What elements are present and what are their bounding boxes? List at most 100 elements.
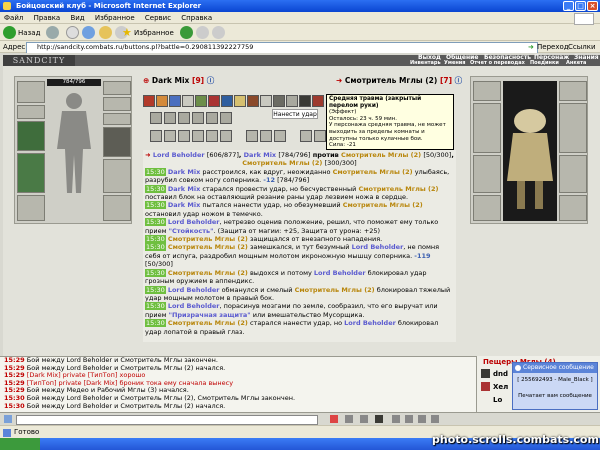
combo-icon[interactable]: [206, 112, 218, 124]
effect-icon-12[interactable]: [286, 95, 298, 107]
menu-tools[interactable]: Сервис: [145, 14, 171, 22]
slot-ring[interactable]: [103, 113, 131, 125]
log-target[interactable]: Смотритель Мглы (2): [343, 201, 423, 209]
slot-earrings[interactable]: [103, 81, 131, 95]
team1-player2[interactable]: Dark Mix: [244, 151, 276, 159]
log-target[interactable]: Lord Beholder: [344, 319, 396, 327]
menu-file[interactable]: Файл: [4, 14, 23, 22]
effect-icon-14[interactable]: [312, 95, 324, 107]
team1-player1[interactable]: Lord Beholder: [153, 151, 205, 159]
effect-icon-1[interactable]: [143, 95, 155, 107]
slot-belt[interactable]: [17, 195, 45, 221]
effect-icon-13[interactable]: [299, 95, 311, 107]
effect-icon-5[interactable]: [195, 95, 207, 107]
effect-icon-7[interactable]: [221, 95, 233, 107]
slot-weapon[interactable]: [17, 121, 45, 151]
translit-icon[interactable]: [392, 415, 400, 423]
log-actor[interactable]: Смотритель Мглы (2): [168, 269, 248, 277]
effect-icon-2[interactable]: [156, 95, 168, 107]
effect-icon-8[interactable]: [234, 95, 246, 107]
log-actor[interactable]: Dark Mix: [168, 185, 200, 193]
combo-icon[interactable]: [164, 112, 176, 124]
go-button[interactable]: Переход: [537, 41, 569, 53]
info-icon[interactable]: ⓘ: [207, 76, 215, 85]
combo-icon[interactable]: [260, 130, 272, 142]
right-info-icon[interactable]: ⓘ: [455, 76, 463, 85]
go-arrow-icon[interactable]: ➜: [528, 41, 534, 53]
combo-icon[interactable]: [150, 130, 162, 142]
minimize-icon[interactable]: _: [563, 1, 574, 11]
service-message-popup[interactable]: Сервисное сообщение [ 255692493 - Male_B…: [512, 362, 598, 410]
combo-icon[interactable]: [192, 112, 204, 124]
log-actor[interactable]: Смотритель Мглы (2): [168, 235, 248, 243]
combo-icon[interactable]: [164, 130, 176, 142]
log-actor[interactable]: Lord Beholder: [168, 302, 220, 310]
stop-icon[interactable]: [66, 26, 79, 39]
slot-necklace[interactable]: [103, 97, 131, 111]
log-target[interactable]: Смотритель Мглы (2): [333, 168, 413, 176]
filter-icon[interactable]: [360, 415, 368, 423]
menu-view[interactable]: Вид: [70, 14, 84, 22]
history-icon[interactable]: [180, 26, 193, 39]
log-target[interactable]: Lord Beholder: [314, 269, 366, 277]
favorites-star-icon[interactable]: ★: [122, 27, 132, 39]
room-user[interactable]: dnd: [493, 370, 508, 378]
combo-icon[interactable]: [220, 112, 232, 124]
effect-icon-3[interactable]: [169, 95, 181, 107]
log-actor[interactable]: Смотритель Мглы (2): [168, 243, 248, 251]
log-actor[interactable]: Lord Beholder: [168, 286, 220, 294]
effect-icon-9[interactable]: [247, 95, 259, 107]
combo-icon[interactable]: [150, 112, 162, 124]
effect-icon-6[interactable]: [208, 95, 220, 107]
combo-icon[interactable]: [178, 130, 190, 142]
refresh-icon[interactable]: [82, 26, 95, 39]
menu-help[interactable]: Справка: [181, 14, 212, 22]
home-icon[interactable]: [99, 26, 112, 39]
menu-edit[interactable]: Правка: [34, 14, 61, 22]
combo-icon[interactable]: [192, 130, 204, 142]
combo-icon[interactable]: [220, 130, 232, 142]
print-icon[interactable]: [212, 26, 225, 39]
effect-icon-10[interactable]: [260, 95, 272, 107]
team2-player2[interactable]: Смотритель Мглы (2): [242, 159, 322, 167]
send-icon[interactable]: [330, 415, 338, 423]
room-user[interactable]: Хел: [493, 383, 508, 391]
favorites-button-label[interactable]: Избранное: [134, 27, 174, 39]
mail-icon[interactable]: [196, 26, 209, 39]
links-button[interactable]: Ссылки: [568, 41, 596, 53]
menu-favorites[interactable]: Избранное: [95, 14, 135, 22]
clear-icon[interactable]: [345, 415, 353, 423]
start-button[interactable]: [0, 438, 40, 450]
log-actor[interactable]: Lord Beholder: [168, 218, 220, 226]
combo-icon[interactable]: [206, 130, 218, 142]
slot-shield[interactable]: [103, 159, 131, 193]
maximize-icon[interactable]: □: [575, 1, 586, 11]
chat-time[interactable]: 15:30: [4, 402, 25, 410]
combo-icon[interactable]: [246, 130, 258, 142]
combo-icon[interactable]: [274, 130, 286, 142]
log-target[interactable]: Смотритель Мглы (2): [295, 286, 375, 294]
slot-gloves[interactable]: [103, 127, 131, 157]
room-user[interactable]: Lo: [493, 396, 502, 404]
close-icon[interactable]: ×: [587, 1, 598, 11]
log-actor[interactable]: Dark Mix: [168, 168, 200, 176]
effect-icon-4[interactable]: [182, 95, 194, 107]
forward-icon[interactable]: [46, 26, 59, 39]
chat-mode-icon[interactable]: [4, 415, 12, 423]
combo-icon[interactable]: [178, 112, 190, 124]
chat-input[interactable]: [16, 415, 318, 425]
team2-player1[interactable]: Смотритель Мглы (2): [341, 151, 421, 159]
refresh-chat-icon[interactable]: [405, 415, 413, 423]
settings-icon[interactable]: [418, 415, 426, 423]
log-target[interactable]: "Стойкость": [169, 227, 214, 235]
back-button-label[interactable]: Назад: [18, 27, 40, 39]
log-actor[interactable]: Смотритель Мглы (2): [168, 319, 248, 327]
log-actor[interactable]: Dark Mix: [168, 201, 200, 209]
slot-armor[interactable]: [17, 153, 45, 193]
effect-icon-11[interactable]: [273, 95, 285, 107]
smiles-icon[interactable]: [375, 415, 383, 423]
log-target[interactable]: Lord Beholder: [352, 243, 404, 251]
combo-icon[interactable]: [300, 130, 312, 142]
back-icon[interactable]: [3, 26, 16, 39]
right-fighter-nick[interactable]: Смотритель Мглы: [345, 76, 423, 85]
